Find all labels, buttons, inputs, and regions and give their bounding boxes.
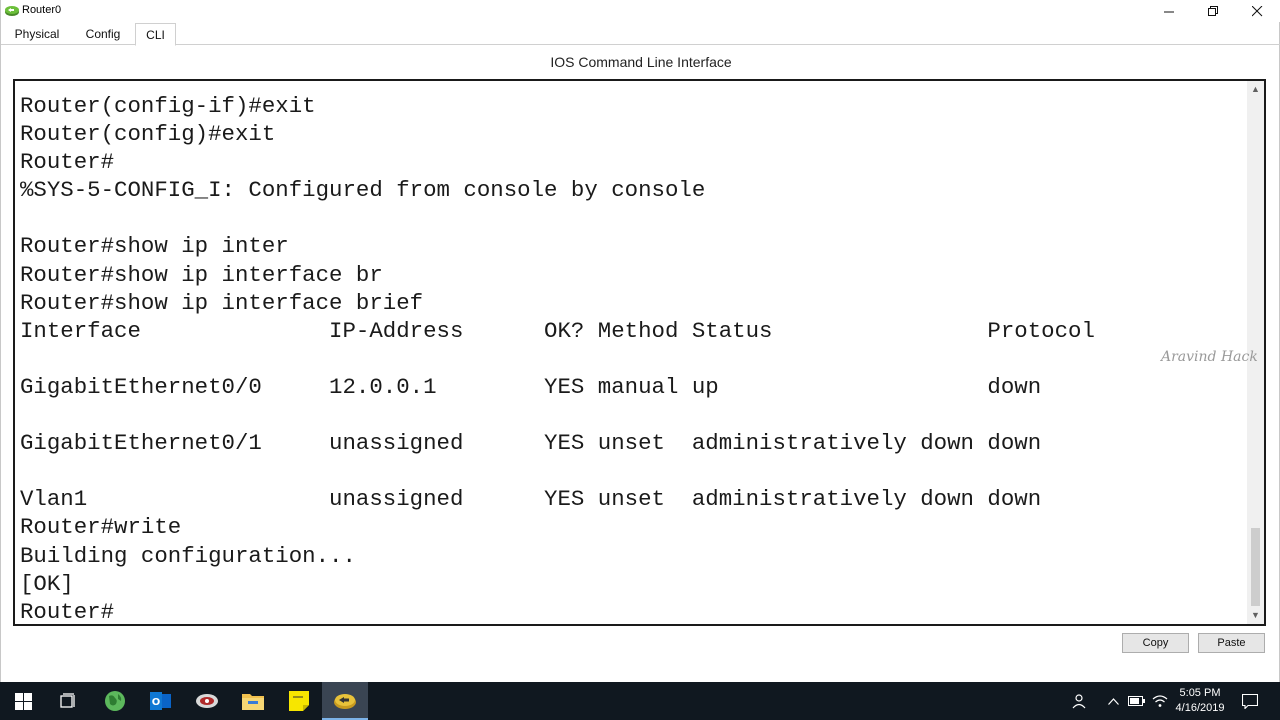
terminal-line: Router#write xyxy=(20,514,182,541)
terminal-line: Router(config)#exit xyxy=(20,121,276,148)
tab-physical[interactable]: Physical xyxy=(5,23,69,45)
terminal-line: Router(config-if)#exit xyxy=(20,93,316,119)
paste-button[interactable]: Paste xyxy=(1198,633,1265,653)
minimize-icon xyxy=(1163,11,1174,12)
file-explorer-icon xyxy=(242,694,264,710)
people-button[interactable] xyxy=(1068,682,1092,720)
taskbar-globe-app[interactable] xyxy=(92,682,138,720)
wifi-button[interactable] xyxy=(1150,682,1170,720)
terminal-line: [OK] xyxy=(20,570,74,597)
network-tool-icon xyxy=(196,694,218,708)
scroll-thumb[interactable] xyxy=(1251,528,1260,606)
window-title: Router0 xyxy=(22,4,62,16)
task-view-button[interactable] xyxy=(46,682,92,720)
clock-time: 5:05 PM xyxy=(1179,687,1221,699)
taskbar-network-tool-app[interactable] xyxy=(184,682,230,720)
cli-header: IOS Command Line Interface xyxy=(550,54,732,70)
watermark: Aravind Hack xyxy=(1161,349,1258,365)
globe-icon xyxy=(105,691,125,711)
clock-date: 4/16/2019 xyxy=(1175,702,1225,714)
notifications-button[interactable] xyxy=(1238,682,1262,720)
sticky-notes-icon xyxy=(289,691,309,711)
title-bar: Router0 xyxy=(1,0,1280,22)
copy-button[interactable]: Copy xyxy=(1122,633,1189,653)
terminal-line: Building configuration... xyxy=(20,542,356,569)
battery-button[interactable] xyxy=(1126,682,1146,720)
restore-icon xyxy=(1207,5,1218,16)
terminal-line: Router# xyxy=(20,598,115,622)
scroll-up-icon[interactable]: ▲ xyxy=(1247,81,1264,98)
tab-config[interactable]: Config xyxy=(75,23,131,45)
cli-frame: Router(config-if)#exit Router(config)#exi… xyxy=(13,79,1266,626)
minimize-button[interactable] xyxy=(1147,0,1191,22)
terminal-line: Router#show ip interface brief xyxy=(20,289,424,316)
terminal-line: GigabitEthernet0/1 unassigned YES unset … xyxy=(20,430,1042,457)
close-button[interactable] xyxy=(1235,0,1279,22)
outlook-icon: O xyxy=(150,692,171,710)
scroll-down-icon[interactable]: ▼ xyxy=(1247,607,1264,624)
taskbar-outlook-app[interactable]: O xyxy=(138,682,184,720)
people-icon xyxy=(1072,694,1086,709)
chevron-up-icon xyxy=(1107,697,1119,705)
terminal-line: %SYS-5-CONFIG_I: Configured from console… xyxy=(20,177,706,204)
terminal-line: Vlan1 unassigned YES unset administrativ… xyxy=(20,486,1042,513)
terminal-line: Interface IP-Address OK? Method Status P… xyxy=(20,317,1095,344)
tab-bar: Physical Config CLI xyxy=(1,22,1280,46)
start-button[interactable] xyxy=(0,682,46,720)
wifi-icon xyxy=(1152,695,1168,707)
taskbar-sticky-notes-app[interactable] xyxy=(276,682,322,720)
taskbar-packet-tracer-app[interactable] xyxy=(322,682,368,720)
battery-icon xyxy=(1127,696,1145,706)
terminal-line: Router#show ip inter xyxy=(20,233,289,260)
svg-text:O: O xyxy=(152,697,161,708)
terminal-line: GigabitEthernet0/0 12.0.0.1 YES manual u… xyxy=(20,373,1042,400)
terminal-line: Router# xyxy=(20,149,115,176)
notifications-icon xyxy=(1242,693,1258,709)
terminal-output[interactable]: Router(config-if)#exit Router(config)#exi… xyxy=(20,92,1245,622)
windows-start-icon xyxy=(14,692,32,710)
restore-button[interactable] xyxy=(1191,0,1235,22)
show-hidden-icons-button[interactable] xyxy=(1104,682,1122,720)
clock[interactable]: 5:05 PM 4/16/2019 xyxy=(1170,686,1230,716)
taskbar-file-explorer-app[interactable] xyxy=(230,682,276,720)
tab-cli[interactable]: CLI xyxy=(135,23,176,46)
taskbar: O 5:05 PM 4/16/2019 xyxy=(0,682,1280,720)
packet-tracer-icon xyxy=(334,694,356,709)
close-icon xyxy=(1251,5,1262,16)
router-window: Router0 Physical Config CLI IOS Command … xyxy=(0,0,1280,682)
router-icon xyxy=(5,6,19,16)
terminal-line: Router#show ip interface br xyxy=(20,261,383,288)
task-view-icon xyxy=(60,693,75,708)
